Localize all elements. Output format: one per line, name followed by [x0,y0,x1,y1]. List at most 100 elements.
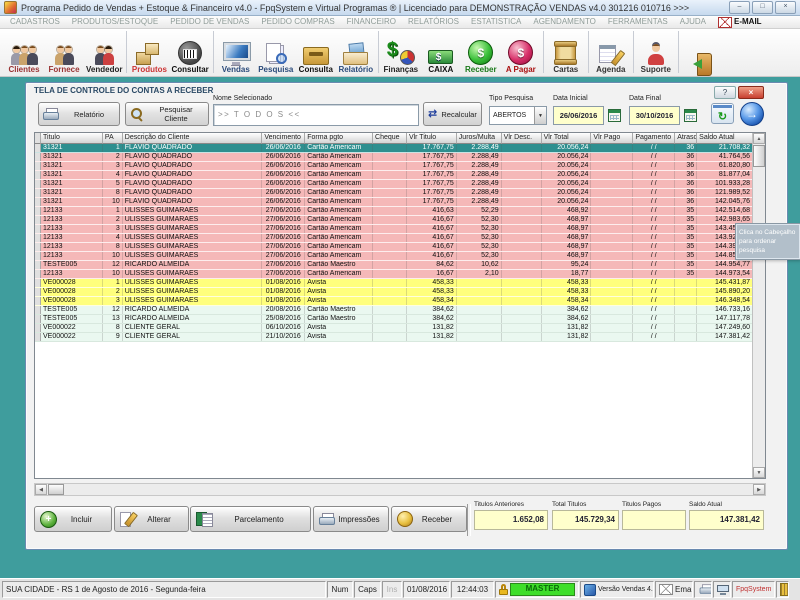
grid-row[interactable]: 313215FLÁVIO QUADRADO26/06/2016Cartão Am… [35,180,753,189]
grid-cell: 121.989,52 [697,189,753,197]
toolbar-receber[interactable]: Receber [461,30,501,76]
grid-cell: 61.820,80 [697,162,753,170]
recalcular-button[interactable]: ⇄ Recalcular [423,102,482,126]
grid-row[interactable]: 313212FLÁVIO QUADRADO26/06/2016Cartão Am… [35,153,753,162]
data-inicial-input[interactable]: 26/06/2016 [553,106,604,125]
toolbar-fornece[interactable]: Fornece [44,30,84,76]
grid-cell: 26/06/2016 [262,189,305,197]
totals: Titulos Anteriores1.652,08Total Titulos1… [26,501,787,547]
toolbar-exit[interactable] [681,30,721,76]
close-button[interactable]: × [775,1,796,14]
relatorio-button[interactable]: Relatório [38,102,120,126]
column-header-saldo-atual[interactable]: Saldo Atual [697,133,753,144]
grid-row[interactable]: 121332ULISSES GUIMARAES27/06/2016Cartão … [35,216,753,225]
column-header-vlr-titulo[interactable]: Vlr Titulo [407,133,457,144]
toolbar-agenda[interactable]: Agenda [591,30,631,76]
grid-row[interactable]: 121331ULISSES GUIMARAES27/06/2016Cartão … [35,207,753,216]
grid-row[interactable]: 313211FLÁVIO QUADRADO26/06/2016Cartão Am… [35,144,753,153]
scroll-left-icon[interactable]: ◀ [35,484,47,495]
minimize-button[interactable]: – [729,1,750,14]
column-header-vlr-total[interactable]: Vlr Total [542,133,592,144]
grid-row[interactable]: 1213310ULISSES GUIMARAES27/06/2016Cartão… [35,252,753,261]
column-header-forma-pgto[interactable]: Forma pgto [305,133,373,144]
toolbar-pesquisa[interactable]: Pesquisa [256,30,296,76]
toolbar-consulta[interactable]: Consulta [296,30,336,76]
menu-item-produtos-estoque[interactable]: PRODUTOS/ESTOQUE [66,16,164,28]
chevron-down-icon[interactable]: ▼ [534,107,546,124]
panel-close-button[interactable]: × [738,86,764,99]
grid-row[interactable]: 3132110FLÁVIO QUADRADO26/06/2016Cartão A… [35,198,753,207]
grid-row[interactable]: VE0000281ULISSES GUIMARAES01/08/2016Avis… [35,279,753,288]
grid-row[interactable]: 121334ULISSES GUIMARAES27/06/2016Cartão … [35,234,753,243]
toolbar-suporte[interactable]: Suporte [636,30,676,76]
pesquisar-cliente-button[interactable]: Pesquisar Cliente [125,102,209,126]
toolbar-vendedor[interactable]: Vendedor [84,30,124,76]
status-email[interactable]: Email [655,581,693,598]
toolbar-vendas[interactable]: Vendas [216,30,256,76]
toolbar-relat-rio[interactable]: Relatório [336,30,376,76]
toolbar-produtos[interactable]: Produtos [129,30,169,76]
toolbar-consultar[interactable]: Consultar [169,30,210,76]
menu-item-agendamento[interactable]: AGENDAMENTO [527,16,602,28]
menu-item-ferramentas[interactable]: FERRAMENTAS [602,16,674,28]
scroll-down-icon[interactable]: ▼ [753,467,765,478]
toolbar-item-label: Receber [465,65,497,75]
menu-item-ajuda[interactable]: AJUDA [674,16,712,28]
status-print[interactable] [694,581,712,598]
nome-selecionado-input[interactable]: >> T O D O S << [213,104,419,126]
calendar-icon[interactable] [608,109,621,122]
grid-row[interactable]: 313213FLÁVIO QUADRADO26/06/2016Cartão Am… [35,162,753,171]
menu-item-pedido-compras[interactable]: PEDIDO COMPRAS [255,16,340,28]
scrollbar-thumb[interactable] [753,145,765,167]
menu-item-pedido-de-vendas[interactable]: PEDIDO DE VENDAS [164,16,255,28]
grid-row[interactable]: 313214FLÁVIO QUADRADO26/06/2016Cartão Am… [35,171,753,180]
status-fpqsystem[interactable]: FpqSystem [732,581,775,598]
calendar-icon[interactable] [684,109,697,122]
menu-item-financeiro[interactable]: FINANCEIRO [341,16,402,28]
tipo-pesquisa-select[interactable]: ABERTOS ▼ [489,106,547,125]
grid-row[interactable]: VE0000228CLIENTE GERAL06/10/2016Avista13… [35,324,753,333]
column-header-vencimento[interactable]: Vencimento [262,133,305,144]
go-button[interactable]: → [740,102,764,126]
column-header-pagamento[interactable]: Pagamento [633,133,675,144]
grid-row[interactable]: VE0000282ULISSES GUIMARAES01/08/2016Avis… [35,288,753,297]
grid-row[interactable]: VE0000229CLIENTE GERAL21/10/2016Avista13… [35,333,753,342]
toolbar-caixa[interactable]: CAIXA [421,30,461,76]
menu-item-relat-rios[interactable]: RELATÓRIOS [402,16,465,28]
column-header-cheque[interactable]: Cheque [373,133,407,144]
toolbar-cartas[interactable]: Cartas [546,30,586,76]
grid-row[interactable]: TESTE00513RICARDO ALMEIDA25/08/2016Cartã… [35,315,753,324]
column-header-vlr-pago[interactable]: Vlr Pago [591,133,633,144]
vertical-scrollbar[interactable]: ▲ ▼ [752,133,765,478]
grid-row[interactable]: 121333ULISSES GUIMARAES27/06/2016Cartão … [35,225,753,234]
column-header-descri-o-do-cliente[interactable]: Descrição do Cliente [123,133,263,144]
data-final-input[interactable]: 30/10/2016 [629,106,680,125]
menu-item-estatistica[interactable]: ESTATISTICA [465,16,527,28]
column-header-atraso[interactable]: Atraso [675,133,697,144]
grid-row[interactable]: VE0000283ULISSES GUIMARAES01/08/2016Avis… [35,297,753,306]
column-header-vlr-desc[interactable]: Vlr Desc. [502,133,542,144]
toolbar-clientes[interactable]: Clientes [4,30,44,76]
column-header-pa[interactable]: PA [103,133,123,144]
toolbar-finan-as[interactable]: Finanças [381,30,421,76]
column-header-titulo[interactable]: Titulo [41,133,103,144]
menu-item-cadastros[interactable]: CADASTROS [4,16,66,28]
scroll-up-icon[interactable]: ▲ [753,133,765,144]
grid-row[interactable]: TESTE00512RICARDO ALMEIDA27/06/2016Cartã… [35,261,753,270]
grid-row[interactable]: 1213310ULISSES GUIMARAES27/06/2016Cartão… [35,270,753,279]
grid-row[interactable]: 313218FLÁVIO QUADRADO26/06/2016Cartão Am… [35,189,753,198]
column-header-juros-multa[interactable]: Juros/Multa [457,133,502,144]
panel-help-button[interactable]: ? [714,86,736,99]
toolbar-item-label: Clientes [8,65,39,75]
toolbar-a-pagar[interactable]: A Pagar [501,30,541,76]
maximize-button[interactable]: □ [752,1,773,14]
status-monitor[interactable] [713,581,731,598]
horizontal-scrollbar[interactable]: ◀ ▶ [34,483,766,496]
menu-item-e-mail[interactable]: E-MAIL [712,16,768,28]
grid-cell: 52,29 [457,207,502,215]
grid-row[interactable]: TESTE00512RICARDO ALMEIDA20/08/2016Cartã… [35,306,753,315]
refresh-button[interactable]: ↻ [711,103,734,124]
scroll-right-icon[interactable]: ▶ [753,484,765,495]
scrollbar-thumb[interactable] [48,484,64,495]
grid-row[interactable]: 121338ULISSES GUIMARAES27/06/2016Cartão … [35,243,753,252]
